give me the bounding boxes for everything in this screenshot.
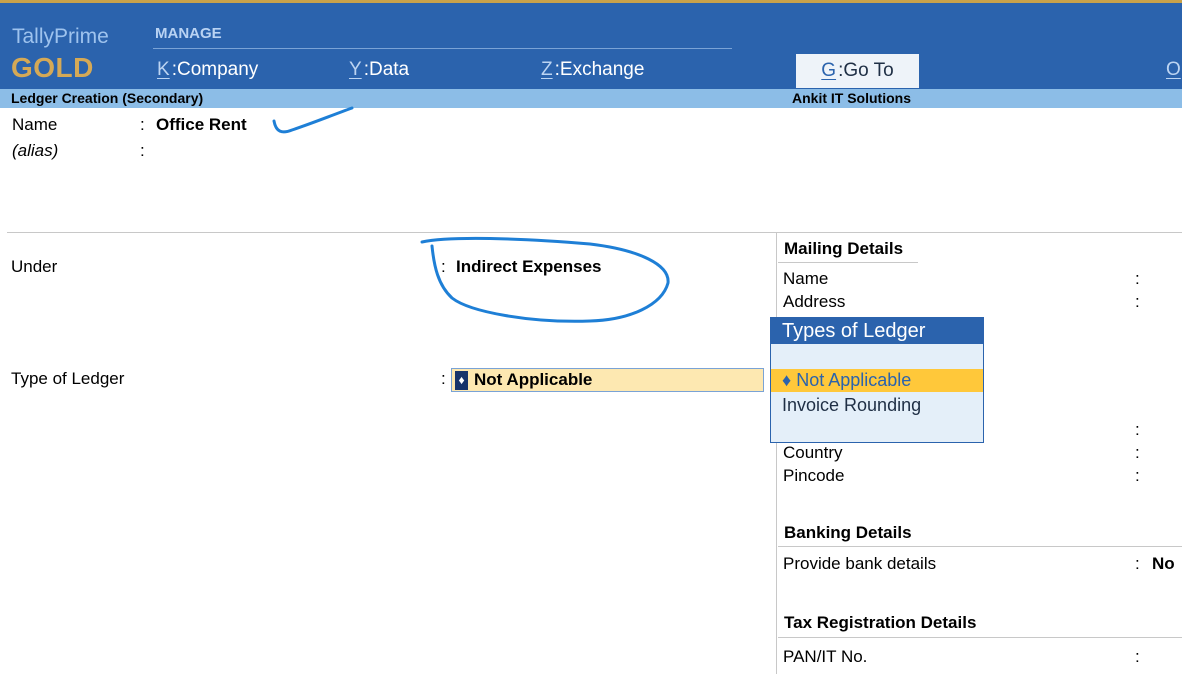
- mailing-heading-underline: [778, 262, 918, 263]
- mailing-name-colon: :: [1135, 269, 1140, 288]
- company-name: Ankit IT Solutions: [792, 90, 911, 106]
- name-label: Name: [12, 115, 58, 134]
- alias-field[interactable]: [156, 141, 456, 161]
- menu-company-shortcut: K: [157, 59, 170, 80]
- provide-bank-colon: :: [1135, 554, 1140, 573]
- banking-heading-underline: [778, 546, 1182, 547]
- cursor-diamond-icon: ♦: [455, 371, 468, 390]
- selected-diamond-icon: ♦: [782, 370, 792, 390]
- menu-exchange[interactable]: Z:Exchange: [541, 59, 644, 81]
- alias-colon: :: [140, 141, 145, 160]
- provide-bank-details-field[interactable]: No: [1152, 554, 1175, 574]
- goto-button[interactable]: G:Go To: [796, 54, 919, 88]
- alias-label: (alias): [12, 141, 59, 160]
- name-field[interactable]: Office Rent: [156, 115, 247, 135]
- mailing-details-heading: Mailing Details: [784, 239, 904, 258]
- name-checkmark-annotation: [272, 106, 354, 134]
- menu-company[interactable]: K:Company: [157, 59, 258, 81]
- type-of-ledger-field[interactable]: ♦ Not Applicable: [451, 368, 764, 392]
- column-divider: [776, 233, 777, 674]
- tax-registration-heading: Tax Registration Details: [784, 613, 977, 632]
- pan-it-label: PAN/IT No.: [783, 647, 868, 666]
- menu-data-shortcut: Y: [349, 59, 362, 80]
- pan-it-colon: :: [1135, 647, 1140, 666]
- under-circle-annotation: [420, 236, 670, 323]
- type-of-ledger-value: Not Applicable: [474, 370, 593, 389]
- mailing-country-label: Country: [783, 443, 843, 462]
- screen-title: Ledger Creation (Secondary): [11, 90, 204, 106]
- menu-data[interactable]: Y:Data: [349, 59, 409, 81]
- popup-option-label: Not Applicable: [796, 370, 912, 390]
- under-colon: :: [441, 257, 446, 276]
- under-label: Under: [11, 257, 58, 276]
- mailing-name-label: Name: [783, 269, 829, 288]
- goto-label: Go To: [843, 60, 894, 81]
- section-divider: [7, 232, 1182, 233]
- banking-details-heading: Banking Details: [784, 523, 912, 542]
- screen-title-bar: Ledger Creation (Secondary) Ankit IT Sol…: [0, 89, 1182, 108]
- type-of-ledger-label: Type of Ledger: [11, 369, 125, 388]
- top-menu-bar: TallyPrime GOLD MANAGE K:Company Y:Data …: [0, 0, 1182, 89]
- mailing-state-colon: :: [1135, 420, 1140, 439]
- mailing-address-colon: :: [1135, 292, 1140, 311]
- goto-shortcut: G: [821, 60, 837, 81]
- mailing-pincode-label: Pincode: [783, 466, 845, 485]
- menu-data-label: Data: [368, 59, 410, 80]
- tax-heading-underline: [778, 637, 1182, 638]
- menu-section-divider: [153, 48, 732, 49]
- product-edition: GOLD: [11, 52, 94, 83]
- popup-option-label: Invoice Rounding: [782, 395, 922, 415]
- menu-exchange-label: Exchange: [559, 59, 645, 80]
- name-colon: :: [140, 115, 145, 134]
- mailing-pincode-colon: :: [1135, 466, 1140, 485]
- menu-section-title: MANAGE: [155, 25, 222, 42]
- under-field[interactable]: Indirect Expenses: [456, 257, 602, 277]
- menu-company-label: Company: [176, 59, 259, 80]
- product-name: TallyPrime: [12, 25, 109, 48]
- popup-option-not-applicable[interactable]: ♦ Not Applicable: [771, 369, 983, 392]
- menu-edge-shortcut[interactable]: O: [1166, 59, 1181, 81]
- types-of-ledger-popup: Types of Ledger ♦ Not Applicable Invoice…: [770, 317, 984, 443]
- mailing-country-colon: :: [1135, 443, 1140, 462]
- provide-bank-details-label: Provide bank details: [783, 554, 937, 573]
- popup-option-invoice-rounding[interactable]: Invoice Rounding: [771, 394, 983, 417]
- mailing-address-label: Address: [783, 292, 846, 311]
- popup-title: Types of Ledger: [771, 318, 983, 344]
- type-colon: :: [441, 369, 446, 388]
- menu-exchange-shortcut: Z: [541, 59, 553, 80]
